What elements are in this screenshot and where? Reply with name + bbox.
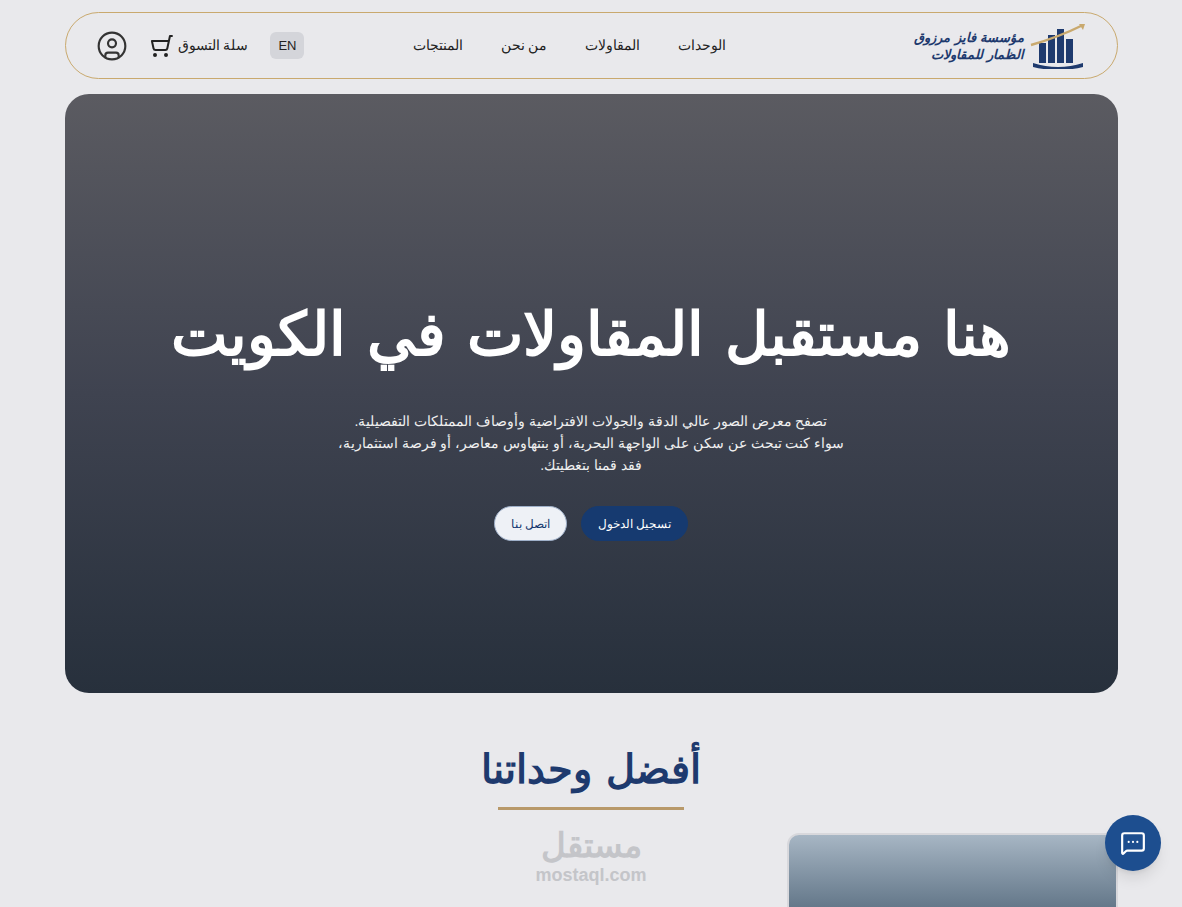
chat-icon: [1120, 830, 1146, 856]
section-title: أفضل وحداتنا: [481, 743, 701, 795]
watermark: مستقلmostaql.com: [535, 825, 646, 885]
language-button[interactable]: EN: [270, 32, 304, 60]
nav-link[interactable]: الوحدات: [678, 35, 726, 56]
contact-button[interactable]: اتصل بنا: [494, 506, 567, 541]
chat-button[interactable]: [1105, 815, 1161, 871]
hero-title: هنا مستقبل المقاولات في الكويت: [171, 294, 1011, 374]
hero-description: تصفح معرض الصور عالي الدقة والجولات الاف…: [338, 410, 845, 476]
hero: هنا مستقبل المقاولات في الكويت تصفح معرض …: [65, 94, 1118, 693]
nav: الوحدات المقاولات من نحن المنتجات: [413, 35, 727, 56]
header: مؤسسة فايز مرزوقالظمار للمقاولاتالوحداتا…: [65, 12, 1118, 79]
nav-link[interactable]: المنتجات: [413, 35, 463, 56]
nav-link[interactable]: المقاولات: [585, 35, 640, 56]
header-actions: EN سلة التسوق: [96, 30, 305, 62]
hero-buttons: تسجيل الدخول اتصل بنا: [494, 506, 689, 541]
description-line: سواء كنت تبحث عن سكن على الواجهة البحرية…: [338, 432, 845, 454]
cart-button[interactable]: سلة التسوق: [150, 34, 249, 58]
logo-line: الظمار للمقاولات: [914, 46, 1024, 63]
logo[interactable]: مؤسسة فايز مرزوقالظمار للمقاولات: [914, 23, 1086, 69]
title-underline: [498, 807, 684, 810]
logo-line: مؤسسة فايز مرزوق: [914, 29, 1024, 46]
logo-icon: [1029, 23, 1087, 69]
description-line: فقد قمنا بتغطيتك.: [338, 454, 845, 476]
unit-card[interactable]: [787, 833, 1118, 907]
description-line: تصفح معرض الصور عالي الدقة والجولات الاف…: [338, 410, 845, 432]
page: مؤسسة فايز مرزوقالظمار للمقاولاتالوحداتا…: [0, 0, 1182, 907]
units-section: أفضل وحداتنا مستقلmostaql.com: [0, 743, 1182, 907]
user-icon[interactable]: [96, 30, 128, 62]
login-button[interactable]: تسجيل الدخول: [581, 506, 688, 541]
cart-icon: [150, 34, 174, 58]
nav-link[interactable]: من نحن: [501, 35, 548, 56]
